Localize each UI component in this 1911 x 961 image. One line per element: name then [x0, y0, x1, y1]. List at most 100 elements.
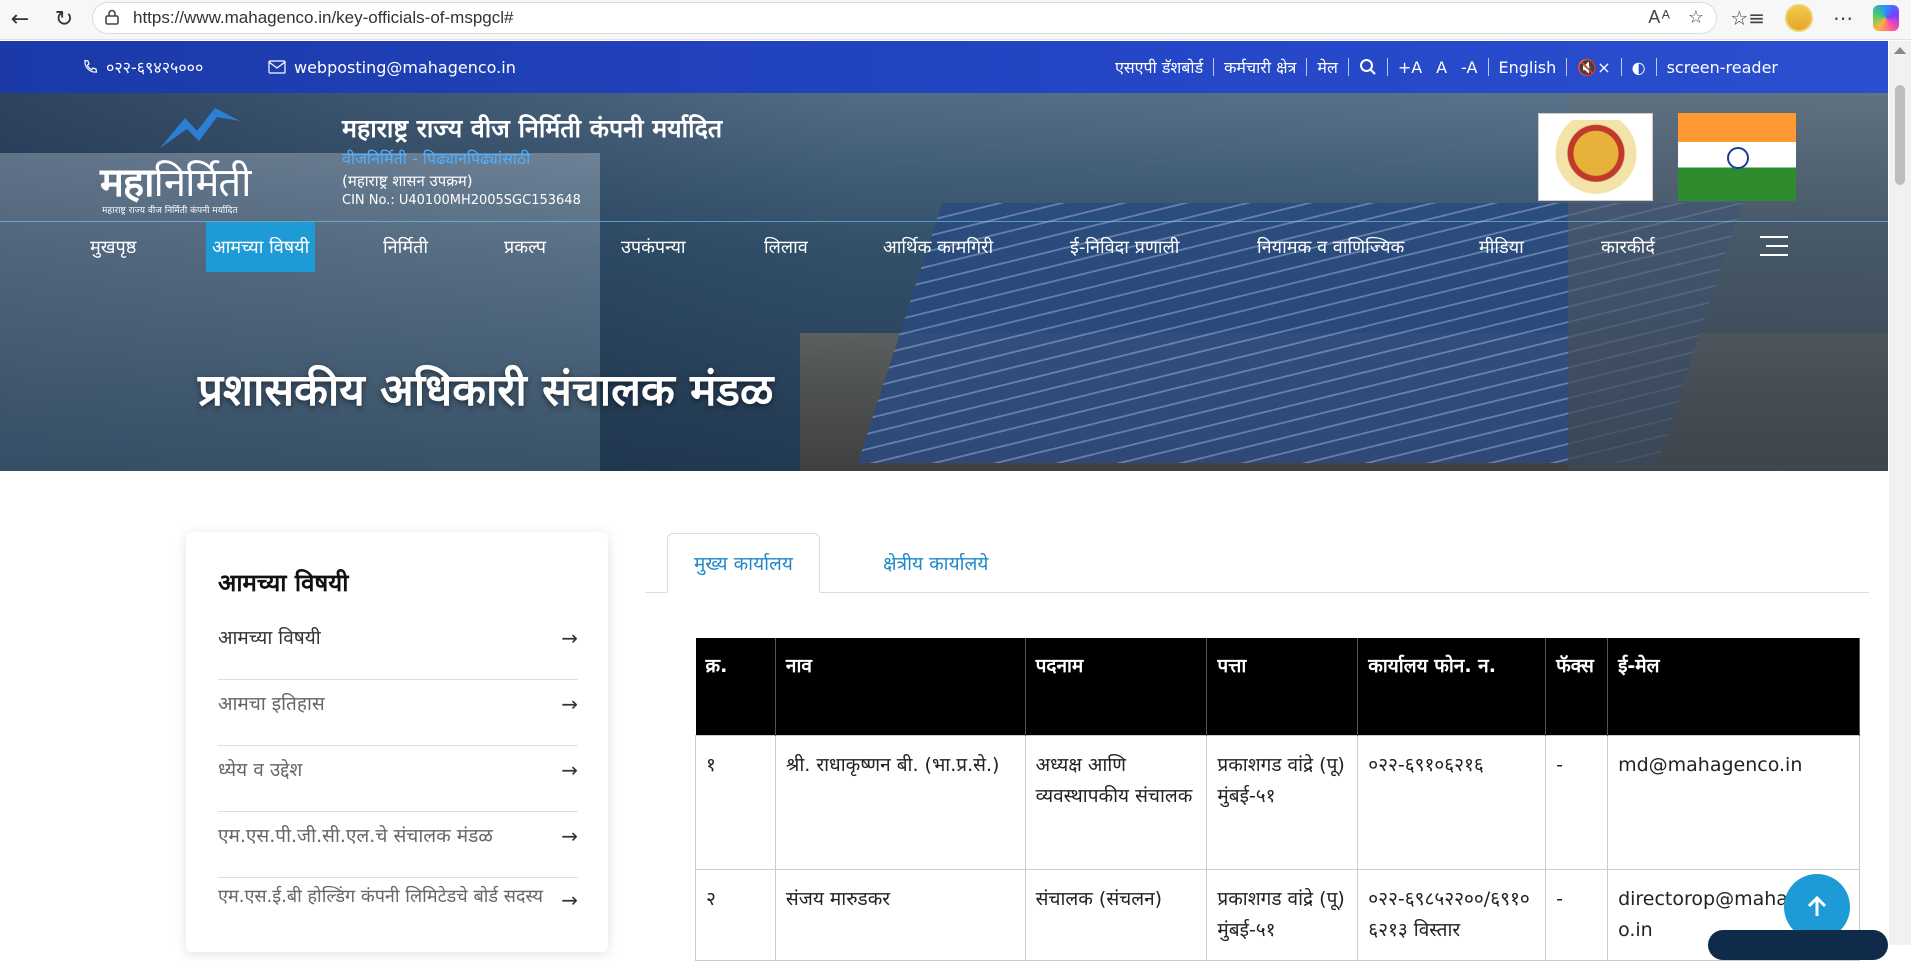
site-logo[interactable]: महानिर्मिती महाराष्ट्र राज्य वीज निर्मित… [100, 103, 290, 216]
arrow-right-icon: → [561, 824, 578, 848]
email-address[interactable]: webposting@mahagenco.in [294, 58, 516, 77]
sidebar-item-history[interactable]: आमचा इतिहास → [218, 690, 578, 746]
lightning-logo-icon [160, 108, 240, 148]
sidebar-title: आमच्या विषयी [218, 569, 349, 597]
scrollbar-thumb[interactable] [1895, 85, 1905, 185]
contrast-icon[interactable]: ◐ [1632, 58, 1646, 77]
page-title: प्रशासकीय अधिकारी संचालक मंडळ [198, 365, 774, 416]
table-cell: - [1545, 868, 1609, 961]
search-icon[interactable] [1359, 58, 1377, 76]
mail-icon [268, 60, 286, 74]
language-toggle[interactable]: English [1499, 58, 1557, 77]
column-header: नाव [775, 638, 1026, 735]
sidebar-item-label[interactable]: ध्येय व उद्देश [218, 756, 578, 782]
lock-icon[interactable] [105, 9, 119, 25]
arrow-right-icon: → [561, 626, 578, 650]
table-cell: - [1545, 734, 1609, 870]
arrow-right-icon: → [561, 758, 578, 782]
organization-info: महाराष्ट्र राज्य वीज निर्मिती कंपनी मर्य… [342, 111, 722, 208]
nav-item-generation[interactable]: निर्मिती [383, 222, 428, 272]
table-cell: १ [695, 734, 776, 870]
favorite-star-icon[interactable]: ☆ [1688, 7, 1704, 28]
email-link[interactable]: md@mahagenco.in [1607, 734, 1860, 870]
more-icon[interactable]: ⋯ [1833, 6, 1853, 30]
nav-item-about[interactable]: आमच्या विषयी [206, 222, 316, 272]
divider [1213, 58, 1215, 76]
nav-item-projects[interactable]: प्रकल्प [504, 222, 546, 272]
phone-number: ०२२-६९४२५००० [106, 58, 204, 77]
copilot-icon[interactable] [1873, 5, 1899, 31]
sidebar-item-board-of-directors[interactable]: एम.एस.पी.जी.सी.एल.चे संचालक मंडळ → [218, 822, 578, 878]
page-scrollbar[interactable] [1889, 41, 1911, 945]
sidebar-item-about[interactable]: आमच्या विषयी → [218, 624, 578, 680]
office-tabs: मुख्य कार्यालय क्षेत्रीय कार्यालये [645, 533, 1869, 593]
arrow-up-icon [1807, 895, 1827, 916]
table-cell: २ [695, 868, 776, 961]
sidebar-item-label[interactable]: आमचा इतिहास [218, 690, 578, 716]
nav-item-subsidiaries[interactable]: उपकंपन्या [621, 222, 686, 272]
sidebar-item-label[interactable]: एम.एस.ई.बी होल्डिंग कंपनी लिमिटेडचे बोर्… [218, 887, 553, 907]
reload-icon[interactable]: ↻ [44, 0, 84, 40]
profile-avatar[interactable] [1785, 4, 1813, 32]
table-cell: ०२२-६९१०६२१६ [1357, 734, 1547, 870]
sidebar-item-label[interactable]: एम.एस.पी.जी.सी.एल.चे संचालक मंडळ [218, 822, 578, 848]
phone-contact: ०२२-६९४२५००० [82, 56, 203, 78]
nav-item-career[interactable]: कारकीर्द [1601, 222, 1655, 272]
favorites-icon[interactable]: ☆≡ [1730, 6, 1765, 30]
organization-tagline: वीजनिर्मिती - पिढ्यानपिढ्यांसाठी [342, 149, 531, 168]
nav-item-media[interactable]: मीडिया [1479, 222, 1524, 272]
sidebar-item-holding-board[interactable]: एम.एस.ई.बी होल्डिंग कंपनी लिमिटेडचे बोर्… [218, 887, 578, 948]
india-flag [1678, 113, 1796, 201]
font-increase-button[interactable]: +A [1398, 58, 1422, 77]
divider [1347, 58, 1349, 76]
menu-icon[interactable] [1760, 236, 1788, 256]
logo-wordmark: महानिर्मिती [100, 160, 252, 206]
column-header: फॅक्स [1545, 638, 1609, 735]
mail-link[interactable]: मेल [1317, 56, 1337, 78]
sidebar-item-label[interactable]: आमच्या विषयी [218, 624, 578, 650]
read-aloud-icon[interactable]: A ᴬ [1648, 7, 1670, 28]
arrow-right-icon: → [561, 888, 578, 912]
cin-number: CIN No.: U40100MH2005SGC153648 [342, 193, 581, 208]
logo-subtitle: महाराष्ट्र राज्य वीज निर्मिती कंपनी मर्य… [102, 206, 238, 216]
table-cell: ०२२-६९८५२२००/६९१०६२१३ विस्तार [1357, 868, 1547, 961]
organization-name: महाराष्ट्र राज्य वीज निर्मिती कंपनी मर्य… [342, 114, 723, 143]
table-header-row: क्र. नाव पदनाम पत्ता कार्यालय फोन. न. फॅ… [695, 638, 1860, 735]
screen-reader-link[interactable]: screen-reader [1667, 58, 1778, 77]
table-cell: प्रकाशगड वांद्रे (पू) मुंबई-५१ [1206, 868, 1359, 961]
tab-regional-offices[interactable]: क्षेत्रीय कार्यालये [883, 533, 988, 593]
divider [1655, 58, 1657, 76]
divider [1386, 58, 1388, 76]
maharashtra-emblem [1538, 113, 1653, 201]
table-cell: श्री. राधाकृष्णन बी. (भा.प्र.से.) [774, 734, 1026, 870]
nav-item-financial[interactable]: आर्थिक कामगिरी [883, 222, 993, 272]
nav-item-regulatory[interactable]: नियामक व वाणिज्यिक [1257, 222, 1404, 272]
sap-dashboard-link[interactable]: एसएपी डॅशबोर्ड [1115, 56, 1203, 78]
scroll-up-icon[interactable] [1894, 47, 1906, 54]
table-cell: अध्यक्ष आणि व्यवस्थापकीय संचालक [1024, 734, 1208, 870]
employee-zone-link[interactable]: कर्मचारी क्षेत्र [1224, 56, 1296, 78]
column-header: पत्ता [1206, 638, 1359, 735]
font-decrease-button[interactable]: -A [1461, 58, 1477, 77]
font-normal-button[interactable]: A [1436, 58, 1447, 77]
mute-icon[interactable]: 🔇× [1577, 58, 1610, 77]
column-header: ई-मेल [1607, 638, 1860, 735]
sidebar-item-mission[interactable]: ध्येय व उद्देश → [218, 756, 578, 812]
divider [1487, 58, 1489, 76]
email-contact[interactable]: webposting@mahagenco.in [268, 58, 516, 77]
nav-item-auction[interactable]: लिलाव [764, 222, 808, 272]
divider [1566, 58, 1568, 76]
back-icon[interactable]: ← [0, 0, 40, 40]
phone-icon [84, 59, 98, 73]
column-header: क्र. [695, 638, 776, 735]
browser-toolbar: ← ↻ https://www.mahagenco.in/key-officia… [0, 0, 1911, 40]
tab-head-office[interactable]: मुख्य कार्यालय [667, 533, 820, 593]
url-text[interactable]: https://www.mahagenco.in/key-officials-o… [133, 8, 513, 28]
chatbot-button[interactable] [1708, 930, 1888, 960]
officials-table: क्र. नाव पदनाम पत्ता कार्यालय फोन. न. फॅ… [695, 638, 1860, 961]
table-row: १ श्री. राधाकृष्णन बी. (भा.प्र.से.) अध्य… [695, 734, 1860, 870]
table-cell: संजय मारुडकर [774, 868, 1026, 961]
nav-item-e-tender[interactable]: ई-निविदा प्रणाली [1070, 222, 1179, 272]
nav-item-home[interactable]: मुखपृष्ठ [90, 222, 136, 272]
address-bar[interactable]: https://www.mahagenco.in/key-officials-o… [92, 2, 1717, 34]
